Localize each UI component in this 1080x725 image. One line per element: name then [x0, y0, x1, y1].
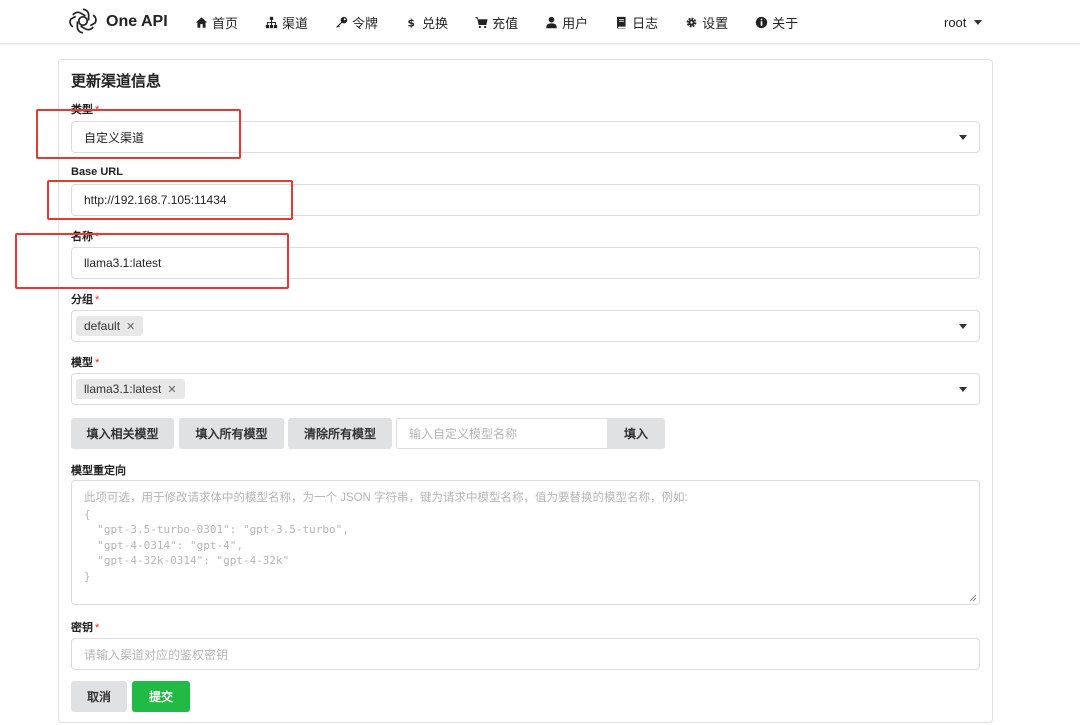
- close-icon[interactable]: ✕: [167, 383, 176, 396]
- nav-item-logs[interactable]: 日志: [614, 13, 658, 32]
- group-select[interactable]: default ✕: [71, 310, 980, 342]
- model-mapping-textarea[interactable]: 此项可选，用于修改请求体中的模型名称，为一个 JSON 字符串，键为请求中模型名…: [71, 480, 980, 605]
- chevron-down-icon: [959, 135, 967, 140]
- type-select[interactable]: 自定义渠道: [71, 121, 980, 153]
- key-icon: [334, 15, 348, 29]
- nav-item-label: 关于: [772, 15, 799, 31]
- gear-icon: [684, 15, 698, 29]
- page-title: 更新渠道信息: [71, 73, 162, 90]
- resize-handle-icon[interactable]: [969, 594, 977, 602]
- nav-item-tokens[interactable]: 令牌: [334, 13, 378, 32]
- fill-custom-model-button[interactable]: 填入: [607, 418, 665, 449]
- nav-item-label: 设置: [702, 15, 729, 31]
- mapping-placeholder-line: {: [84, 507, 91, 521]
- nav-menu: 首页 渠道 令牌 $ 兑换 充值 用户 日志 设置 关于: [194, 0, 824, 44]
- mapping-placeholder-line: "gpt-4-32k-0314": "gpt-4-32k": [84, 554, 290, 567]
- close-icon[interactable]: ✕: [126, 320, 135, 333]
- chevron-down-icon: [974, 19, 983, 25]
- nav-item-label: 首页: [212, 15, 239, 31]
- nav-item-about[interactable]: 关于: [754, 13, 798, 32]
- mapping-placeholder-line: 此项可选，用于修改请求体中的模型名称，为一个 JSON 字符串，键为请求中模型名…: [84, 492, 688, 504]
- nav-item-home[interactable]: 首页: [194, 13, 238, 32]
- chevron-down-icon: [959, 324, 967, 329]
- submit-button[interactable]: 提交: [132, 681, 190, 712]
- cart-icon: [474, 15, 488, 29]
- type-label: 类型 *: [71, 104, 100, 116]
- cancel-button[interactable]: 取消: [71, 681, 127, 712]
- name-label: 名称 *: [71, 231, 100, 243]
- key-input[interactable]: 请输入渠道对应的鉴权密钥: [71, 638, 980, 670]
- custom-model-input[interactable]: 输入自定义模型名称: [396, 418, 608, 449]
- info-icon: [754, 15, 768, 29]
- mapping-placeholder-line: "gpt-3.5-turbo-0301": "gpt-3.5-turbo",: [84, 523, 349, 536]
- base-url-label: Base URL: [71, 166, 123, 178]
- fill-all-models-button[interactable]: 填入所有模型: [179, 418, 284, 449]
- base-url-input[interactable]: http://192.168.7.105:11434: [71, 184, 980, 216]
- name-input[interactable]: llama3.1:latest: [71, 247, 980, 279]
- model-mapping-label: 模型重定向: [71, 465, 126, 477]
- home-icon: [194, 15, 208, 29]
- nav-item-label: 用户: [562, 15, 589, 31]
- nav-item-label: 兑换: [422, 15, 449, 31]
- sitemap-icon: [264, 15, 278, 29]
- type-value: 自定义渠道: [84, 130, 145, 145]
- base-url-value: http://192.168.7.105:11434: [84, 193, 227, 207]
- user-icon: [544, 15, 558, 29]
- svg-text:$: $: [407, 17, 414, 28]
- mapping-placeholder-line: }: [84, 569, 91, 583]
- brand-name: One API: [106, 13, 168, 30]
- nav-item-topup[interactable]: 充值: [474, 13, 518, 32]
- models-label: 模型 *: [71, 357, 100, 369]
- book-icon: [614, 15, 628, 29]
- nav-item-channels[interactable]: 渠道: [264, 13, 308, 32]
- nav-item-label: 充值: [492, 15, 519, 31]
- nav-item-users[interactable]: 用户: [544, 13, 588, 32]
- user-menu[interactable]: root: [944, 0, 983, 44]
- nav-item-settings[interactable]: 设置: [684, 13, 728, 32]
- nav-item-redeem[interactable]: $ 兑换: [404, 13, 448, 32]
- nav-item-label: 渠道: [282, 15, 309, 31]
- brand[interactable]: One API: [68, 7, 168, 37]
- openai-logo-icon: [68, 6, 98, 39]
- models-select[interactable]: llama3.1:latest ✕: [71, 373, 980, 405]
- mapping-placeholder-line: "gpt-4-0314": "gpt-4",: [84, 538, 243, 552]
- fill-related-models-button[interactable]: 填入相关模型: [71, 418, 174, 449]
- group-label: 分组 *: [71, 294, 100, 306]
- edit-channel-card: 更新渠道信息 类型 * 自定义渠道 Base URL http://192.168…: [58, 59, 993, 723]
- top-navbar: One API 首页 渠道 令牌 $ 兑换 充值 用户 日志 设置 关于 roo…: [0, 0, 1080, 44]
- group-chip[interactable]: default ✕: [76, 316, 144, 336]
- model-chip[interactable]: llama3.1:latest ✕: [76, 379, 185, 399]
- nav-item-label: 令牌: [352, 15, 379, 31]
- chevron-down-icon: [959, 387, 967, 392]
- user-name: root: [944, 14, 967, 30]
- name-value: llama3.1:latest: [84, 256, 162, 270]
- dollar-icon: $: [404, 15, 418, 29]
- nav-item-label: 日志: [632, 15, 659, 31]
- clear-all-models-button[interactable]: 清除所有模型: [288, 418, 392, 449]
- key-label: 密钥 *: [71, 622, 100, 634]
